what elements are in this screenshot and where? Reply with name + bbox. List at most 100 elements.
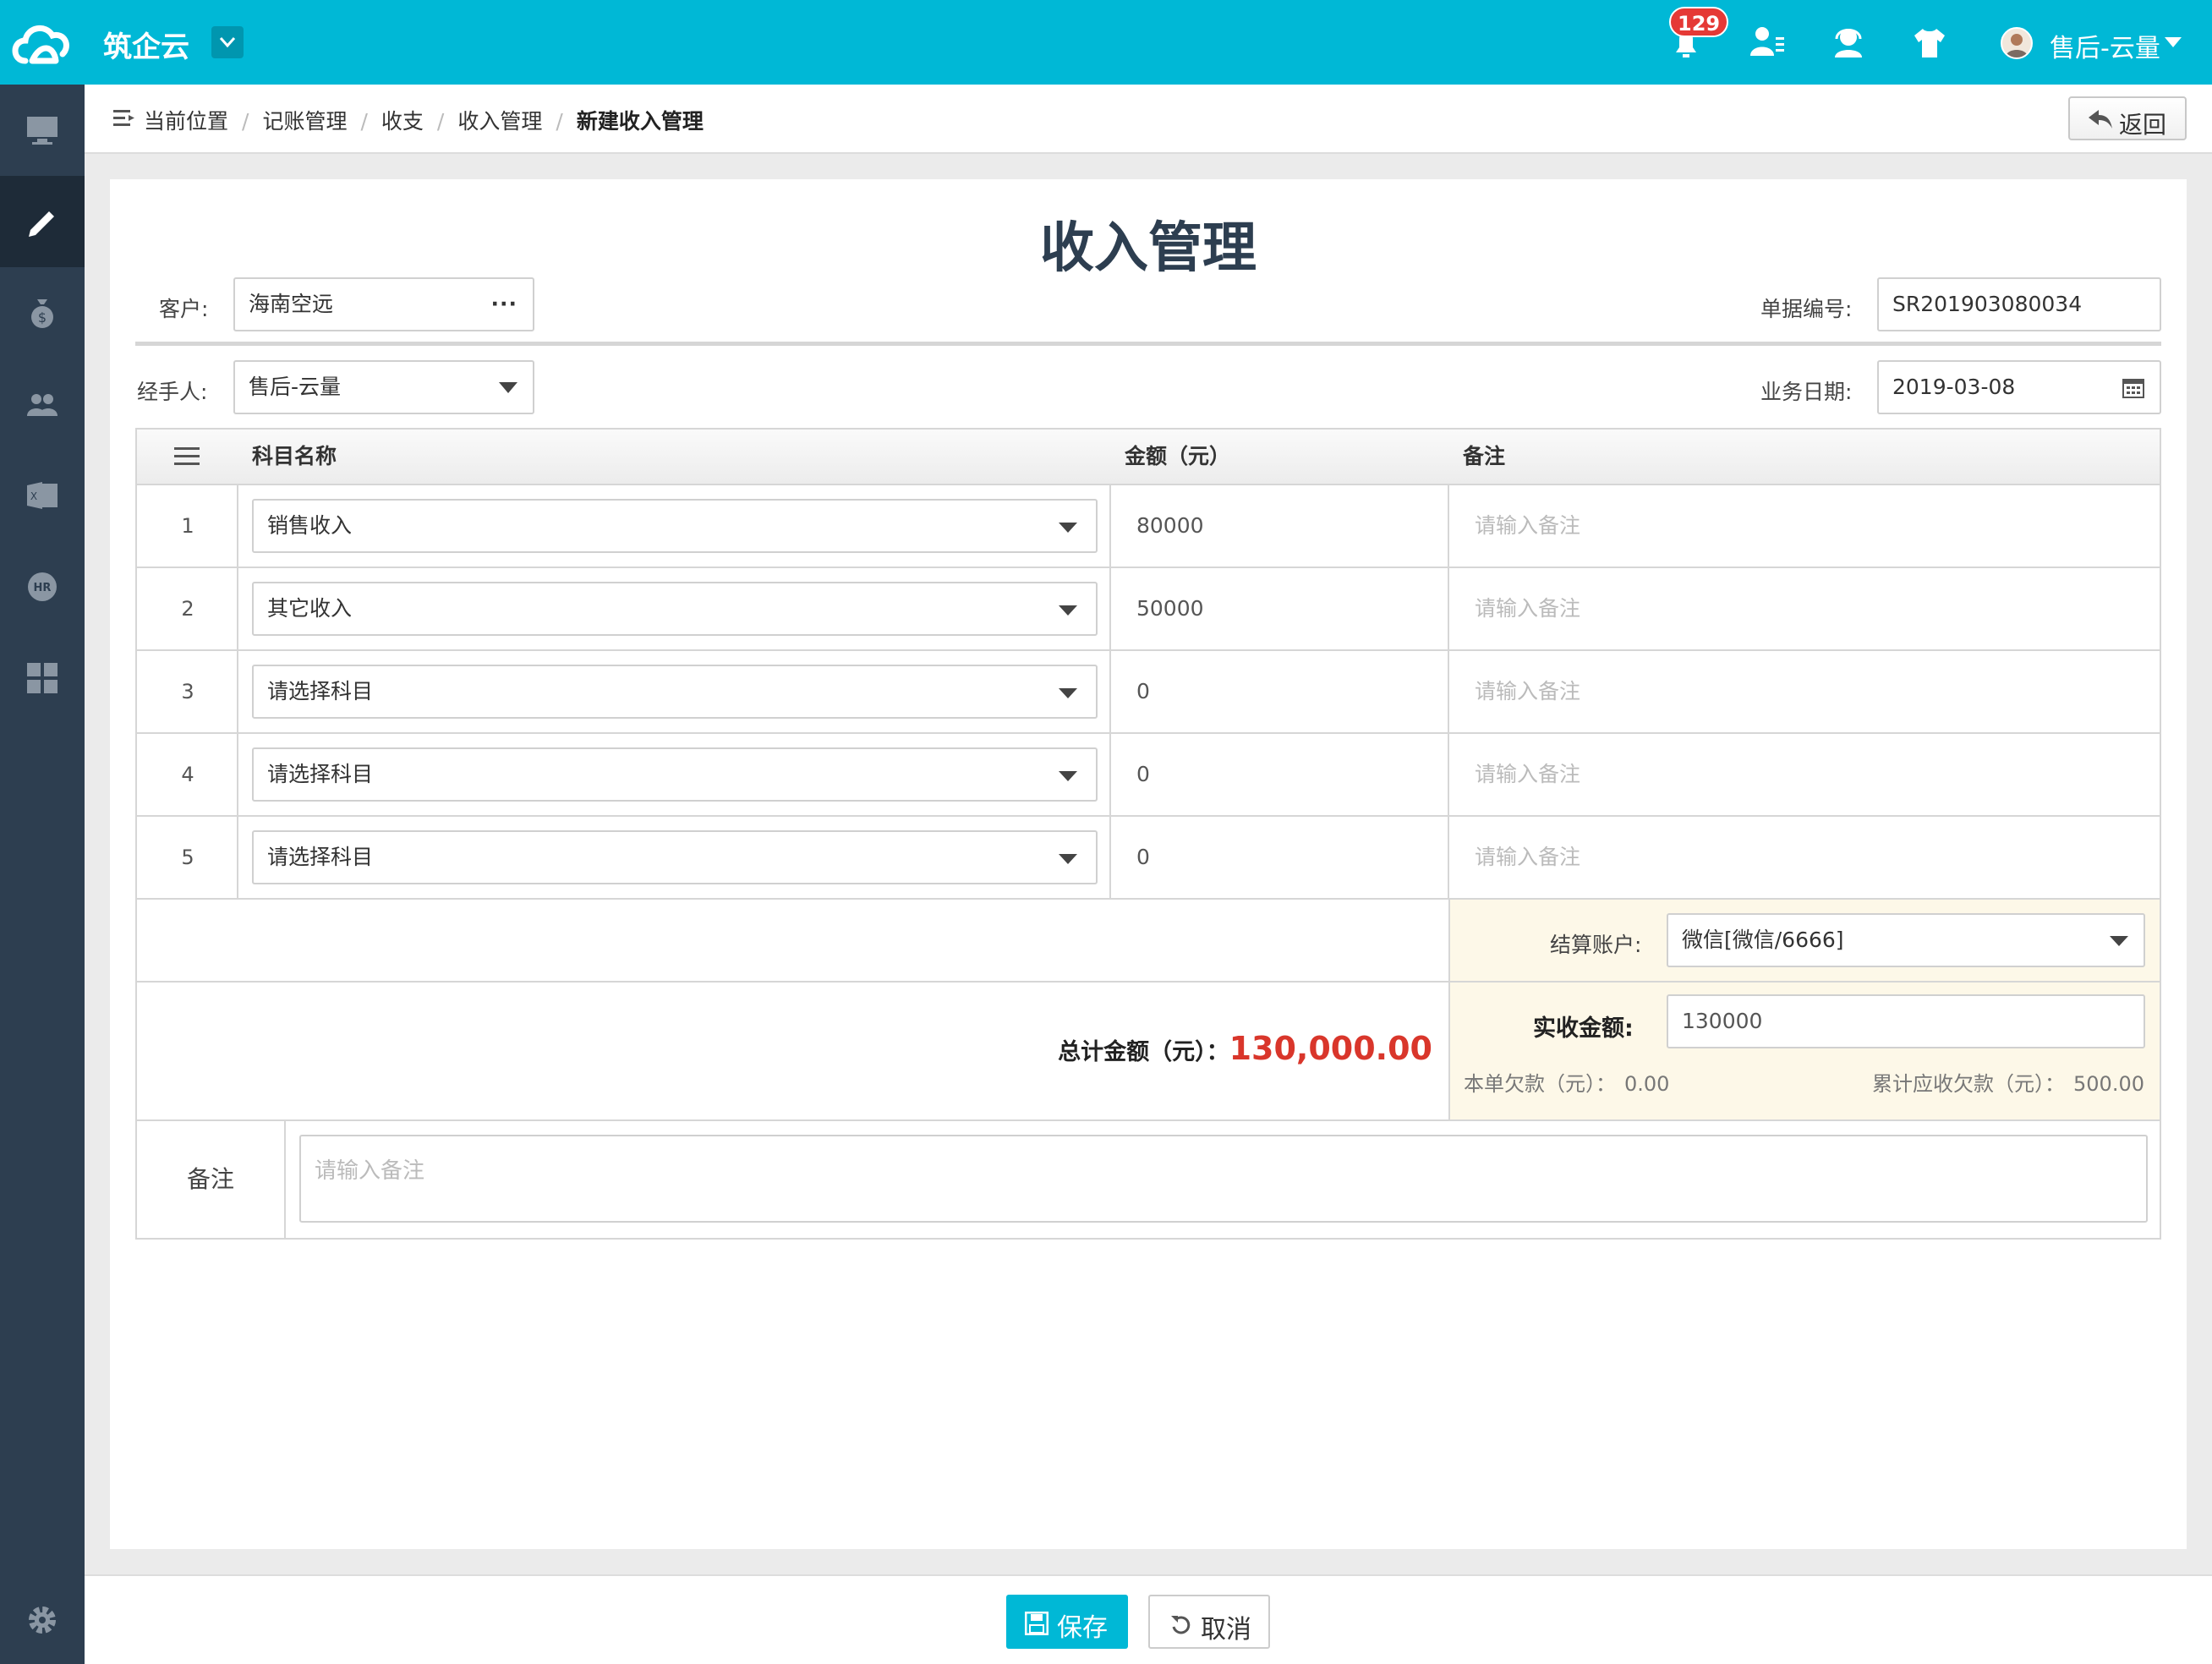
subject-value: 请选择科目 [267,762,374,786]
sidebar-item-reports[interactable]: X [0,450,85,541]
sidebar-item-accounting[interactable] [0,176,85,267]
doc-no-field[interactable]: SR201903080034 [1877,277,2161,331]
sidebar-item-dashboard[interactable] [0,85,85,176]
svg-text:X: X [30,490,37,502]
date-field[interactable]: 2019-03-08 [1877,360,2161,414]
received-label: 实收金额: [1533,1015,1634,1042]
note-input[interactable]: 请输入备注 [1461,734,1580,815]
handler-label: 经手人: [137,380,208,404]
table-header: 科目名称 金额（元） 备注 [137,430,2160,485]
amount-input[interactable]: 50000 [1123,568,1204,649]
breadcrumb-item-accounting[interactable]: 记账管理 [262,105,347,135]
subject-select[interactable]: 其它收入 [252,582,1098,636]
calendar-icon[interactable] [2122,376,2144,398]
sidebar-item-apps[interactable] [0,632,85,724]
row-index: 2 [181,597,194,621]
debt-value: 0.00 [1624,1072,1670,1096]
customer-field[interactable]: 海南空远 ··· [233,277,534,331]
outdent-icon [113,110,134,126]
breadcrumb-current: 新建收入管理 [576,109,704,134]
cancel-button[interactable]: 取消 [1148,1595,1270,1649]
settlement-row: 结算账户: 微信[微信/6666] [137,900,2160,983]
handler-value: 售后-云量 [249,375,342,399]
chevron-down-icon [219,37,236,48]
income-table: 科目名称 金额（元） 备注 1 销售收入 80000 请输入备注 2 其它收入 … [135,428,2161,1240]
customer-label: 客户: [159,297,209,321]
caret-down-icon [2110,936,2128,946]
back-button-label: 返回 [2119,111,2167,139]
amount-input[interactable]: 0 [1123,734,1150,815]
sidebar-item-finance[interactable]: $ [0,267,85,359]
header-divider [135,342,2161,346]
top-bar: 筑企云 129 售后-云量 [0,0,2212,85]
notification-badge: 129 [1669,7,1729,37]
monitor-icon [27,117,57,145]
cumulative-value: 500.00 [2073,1072,2144,1096]
received-input[interactable]: 130000 [1667,994,2145,1048]
remark-textarea[interactable]: 请输入备注 [299,1135,2148,1223]
more-icon[interactable]: ··· [491,279,518,330]
table-row: 5 请选择科目 0 请输入备注 [137,817,2160,900]
caret-down-icon[interactable] [2165,37,2182,47]
handler-select[interactable]: 售后-云量 [233,360,534,414]
save-label: 保存 [1057,1613,1108,1643]
remark-row: 备注 请输入备注 [137,1121,2160,1238]
breadcrumb-location: 当前位置 [144,109,229,134]
debt-label: 本单欠款（元）： [1464,1072,1616,1096]
cloud-logo-icon[interactable] [7,12,74,71]
subject-select[interactable]: 请选择科目 [252,665,1098,719]
user-name[interactable]: 售后-云量 [2050,27,2160,64]
account-label: 结算账户: [1550,933,1642,957]
caret-down-icon [499,382,517,393]
sidebar-item-customers[interactable] [0,359,85,450]
caret-down-icon [1059,605,1077,616]
undo-icon [1171,1616,1191,1634]
note-input[interactable]: 请输入备注 [1461,485,1580,567]
caret-down-icon [1059,523,1077,533]
svg-text:$: $ [38,309,47,326]
amount-input[interactable]: 0 [1123,817,1150,898]
group-icon [27,394,57,416]
amount-input[interactable]: 0 [1123,651,1150,732]
received-value: 130000 [1682,1009,1763,1033]
brand-dropdown-button[interactable] [211,26,244,58]
cancel-label: 取消 [1201,1615,1251,1645]
account-select[interactable]: 微信[微信/6666] [1667,913,2145,967]
subject-value: 请选择科目 [267,845,374,869]
avatar[interactable] [2001,27,2033,59]
gear-icon[interactable] [25,1603,59,1637]
subject-value: 其它收入 [267,596,353,621]
subject-select[interactable]: 请选择科目 [252,747,1098,802]
user-list-icon[interactable] [1749,24,1786,61]
total-label: 总计金额（元）： [1058,1039,1229,1065]
row-index: 5 [181,846,194,869]
sidebar-item-hr[interactable]: HR [0,541,85,632]
floppy-disk-icon [1025,1612,1049,1635]
subject-select[interactable]: 请选择科目 [252,830,1098,884]
reply-icon [2089,110,2112,129]
back-button[interactable]: 返回 [2068,96,2187,140]
grid-icon [27,663,57,693]
breadcrumb-item-income-expense[interactable]: 收支 [381,105,424,135]
note-input[interactable]: 请输入备注 [1461,568,1580,649]
breadcrumb-item-income-management[interactable]: 收入管理 [457,105,542,135]
doc-no-value: SR201903080034 [1892,292,2083,316]
column-header-subject: 科目名称 [252,444,337,468]
note-input[interactable]: 请输入备注 [1461,651,1580,732]
menu-icon[interactable] [174,446,200,467]
table-row: 1 销售收入 80000 请输入备注 [137,485,2160,568]
action-bar: 保存 取消 [85,1574,2212,1664]
table-row: 4 请选择科目 0 请输入备注 [137,734,2160,817]
table-row: 3 请选择科目 0 请输入备注 [137,651,2160,734]
customer-value: 海南空远 [249,292,334,316]
amount-input[interactable]: 80000 [1123,485,1204,567]
subject-select[interactable]: 销售收入 [252,499,1098,553]
caret-down-icon [1059,771,1077,781]
note-input[interactable]: 请输入备注 [1461,817,1580,898]
save-button[interactable]: 保存 [1006,1595,1128,1649]
hr-icon: HR [28,572,57,601]
row-index: 3 [181,680,194,703]
pencil-icon [29,211,54,237]
support-icon[interactable] [1830,24,1867,61]
shirt-icon[interactable] [1911,24,1948,61]
